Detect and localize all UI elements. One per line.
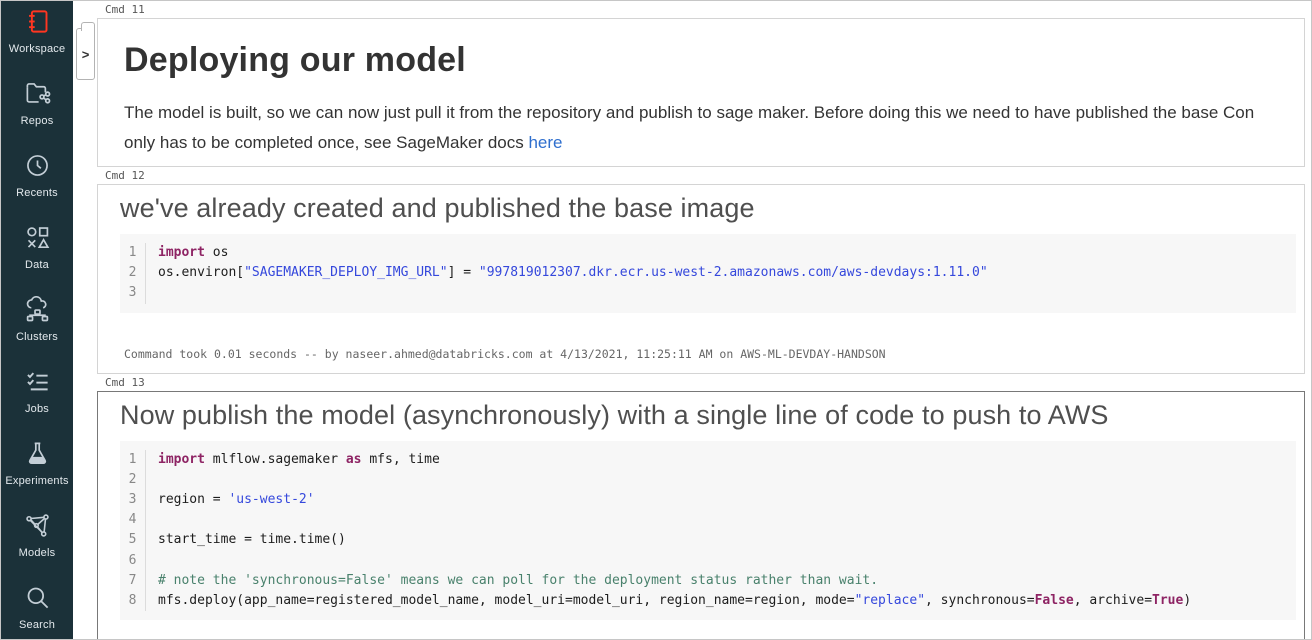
code-line[interactable]: 3 bbox=[120, 283, 1296, 303]
code-text bbox=[145, 510, 1296, 530]
code-text: import os bbox=[145, 243, 1296, 263]
expand-workspace-panel-toggle[interactable]: > bbox=[76, 28, 95, 80]
notebook-cell-cmd13[interactable]: Now publish the model (asynchronously) w… bbox=[97, 391, 1305, 639]
code-line[interactable]: 1import mlflow.sagemaker as mfs, time bbox=[120, 450, 1296, 470]
line-number: 3 bbox=[120, 283, 145, 303]
search-icon bbox=[24, 584, 51, 616]
line-number: 1 bbox=[120, 450, 145, 470]
line-number: 4 bbox=[120, 510, 145, 530]
repo-branch-icon bbox=[24, 80, 51, 112]
cell-cmd-label: Cmd 13 bbox=[105, 376, 1305, 390]
code-text: mfs.deploy(app_name=registered_model_nam… bbox=[145, 591, 1296, 611]
line-number: 1 bbox=[120, 243, 145, 263]
shapes-icon bbox=[24, 224, 51, 256]
code-line[interactable]: 7# note the 'synchronous=False' means we… bbox=[120, 571, 1296, 591]
sidebar-item-label: Repos bbox=[21, 115, 54, 127]
notebook-content: > Cmd 11 Deploying our model The model i… bbox=[73, 1, 1311, 639]
code-line[interactable]: 4 bbox=[120, 510, 1296, 530]
sidebar-item-repos[interactable]: Repos bbox=[1, 80, 73, 127]
sidebar-item-label: Workspace bbox=[9, 43, 66, 55]
sidebar-item-label: Jobs bbox=[25, 403, 49, 415]
sidebar-item-models[interactable]: Models bbox=[1, 512, 73, 559]
sidebar-item-label: Models bbox=[19, 547, 56, 559]
notebook-cell-cmd11[interactable]: Deploying our model The model is built, … bbox=[97, 18, 1305, 167]
sidebar-item-clusters[interactable]: Clusters bbox=[1, 296, 73, 343]
cloud-cluster-icon bbox=[24, 296, 51, 328]
markdown-heading: Now publish the model (asynchronously) w… bbox=[120, 400, 1304, 431]
code-line[interactable]: 8mfs.deploy(app_name=registered_model_na… bbox=[120, 591, 1296, 611]
sidebar-item-label: Data bbox=[25, 259, 49, 271]
sidebar-item-label: Recents bbox=[16, 187, 58, 199]
databricks-notebook-window: Workspace Repos bbox=[0, 0, 1312, 640]
markdown-paragraph: The model is built, so we can now just p… bbox=[124, 98, 1278, 158]
line-number: 5 bbox=[120, 530, 145, 550]
sidebar-item-data[interactable]: Data bbox=[1, 224, 73, 271]
code-line[interactable]: 1import os bbox=[120, 243, 1296, 263]
code-text: region = 'us-west-2' bbox=[145, 490, 1296, 510]
cell-cmd-label: Cmd 11 bbox=[105, 3, 1305, 17]
code-text: # note the 'synchronous=False' means we … bbox=[145, 571, 1296, 591]
code-editor[interactable]: 1import os2os.environ["SAGEMAKER_DEPLOY_… bbox=[120, 234, 1296, 313]
checklist-icon bbox=[24, 368, 51, 400]
sidebar-item-experiments[interactable]: Experiments bbox=[1, 440, 73, 487]
clock-icon bbox=[24, 152, 51, 184]
cell-cmd-label: Cmd 12 bbox=[105, 169, 1305, 183]
line-number: 8 bbox=[120, 591, 145, 611]
line-number: 7 bbox=[120, 571, 145, 591]
sidebar-item-recents[interactable]: Recents bbox=[1, 152, 73, 199]
line-number: 3 bbox=[120, 490, 145, 510]
code-line[interactable]: 3region = 'us-west-2' bbox=[120, 490, 1296, 510]
sidebar-item-workspace[interactable]: Workspace bbox=[1, 8, 73, 55]
sidebar: Workspace Repos bbox=[1, 1, 73, 640]
line-number: 6 bbox=[120, 551, 145, 571]
sidebar-item-jobs[interactable]: Jobs bbox=[1, 368, 73, 415]
notebook-cell-cmd12[interactable]: we've already created and published the … bbox=[97, 184, 1305, 374]
command-status-footer: Command took 0.01 seconds -- by naseer.a… bbox=[124, 347, 1304, 361]
markdown-heading: Deploying our model bbox=[124, 41, 1278, 80]
flask-icon bbox=[24, 440, 51, 472]
markdown-heading: we've already created and published the … bbox=[120, 193, 1304, 224]
paragraph-line: only has to be completed once, see SageM… bbox=[124, 128, 1278, 158]
code-editor[interactable]: 1import mlflow.sagemaker as mfs, time2 3… bbox=[120, 441, 1296, 621]
code-text bbox=[145, 551, 1296, 571]
line-number: 2 bbox=[120, 263, 145, 283]
notebook-icon bbox=[24, 8, 51, 40]
sidebar-item-label: Experiments bbox=[5, 475, 68, 487]
sidebar-item-label: Clusters bbox=[16, 331, 58, 343]
code-text bbox=[145, 283, 1296, 303]
code-text: os.environ["SAGEMAKER_DEPLOY_IMG_URL"] =… bbox=[145, 263, 1296, 283]
chevron-right-icon: > bbox=[82, 48, 90, 61]
code-line[interactable]: 2os.environ["SAGEMAKER_DEPLOY_IMG_URL"] … bbox=[120, 263, 1296, 283]
paragraph-line: The model is built, so we can now just p… bbox=[124, 98, 1278, 128]
code-text: import mlflow.sagemaker as mfs, time bbox=[145, 450, 1296, 470]
code-line[interactable]: 5start_time = time.time() bbox=[120, 530, 1296, 550]
code-line[interactable]: 6 bbox=[120, 551, 1296, 571]
graph-network-icon bbox=[24, 512, 51, 544]
code-text bbox=[145, 470, 1296, 490]
sidebar-item-search[interactable]: Search bbox=[1, 584, 73, 631]
sidebar-item-label: Search bbox=[19, 619, 55, 631]
sagemaker-docs-link[interactable]: here bbox=[528, 133, 562, 152]
line-number: 2 bbox=[120, 470, 145, 490]
code-text: start_time = time.time() bbox=[145, 530, 1296, 550]
code-line[interactable]: 2 bbox=[120, 470, 1296, 490]
